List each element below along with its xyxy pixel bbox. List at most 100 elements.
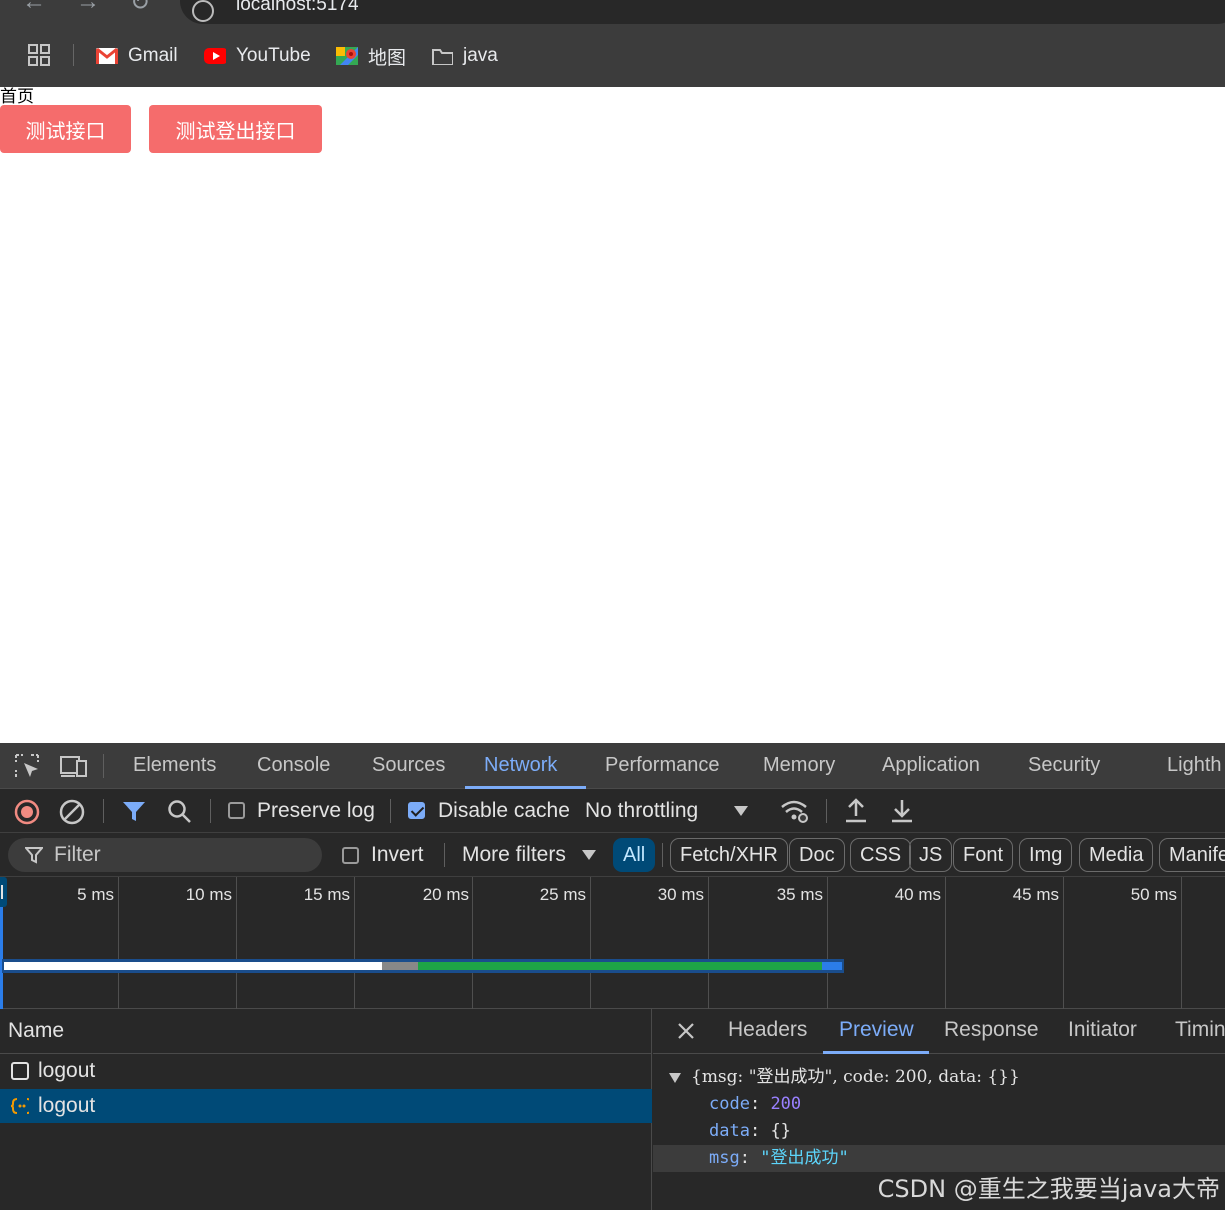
json-key: data [709,1121,750,1141]
name-column-header[interactable]: Name [0,1009,652,1054]
json-root-summary[interactable]: {msg: "登出成功", code: 200, data: {}} [653,1064,1225,1091]
timeline-handle-grip [1,885,3,899]
bookmark-java-folder[interactable]: java [431,40,498,72]
forward-icon[interactable]: → [76,0,100,16]
detail-tab-preview[interactable]: Preview [823,1009,929,1054]
timeline-tick-label: 5 ms [77,885,114,904]
devtools-panel: Elements Console Sources Network Perform… [0,743,1225,1210]
address-bar[interactable]: localhost:5174 [180,0,1225,24]
type-filter-manifest[interactable]: Manife [1159,838,1225,872]
network-conditions-icon[interactable] [780,798,810,824]
bookmark-gmail[interactable]: Gmail [96,40,178,72]
more-filters-dropdown[interactable]: More filters [462,833,566,877]
bookmark-maps[interactable]: 地图 [336,40,406,72]
json-property-msg: msg: "登出成功" [653,1145,1225,1172]
record-stop-icon[interactable] [14,799,40,825]
type-filter-fetch-xhr[interactable]: Fetch/XHR [670,838,788,872]
page-content: 首页 测试接口 测试登出接口 [0,87,1225,743]
chevron-down-icon[interactable] [582,850,596,860]
apps-icon[interactable] [28,44,50,66]
json-summary-text: {msg: "登出成功", code: 200, data: {}} [691,1064,1020,1091]
timeline-tick-label: 50 ms [1130,885,1177,904]
json-summary-msg: "登出成功" [748,1067,833,1087]
request-row[interactable]: logout [0,1054,652,1088]
invert-label[interactable]: Invert [371,833,424,877]
preserve-log-checkbox[interactable] [228,802,245,819]
tab-application[interactable]: Application [882,743,980,789]
invert-checkbox[interactable] [342,847,359,864]
timeline-tick-label: 20 ms [422,885,469,904]
filter-input[interactable]: Filter [8,838,322,872]
json-property-data: data: {} [709,1121,791,1141]
request-name: logout [38,1059,96,1082]
type-filter-css[interactable]: CSS [850,838,912,872]
preserve-log-label[interactable]: Preserve log [257,789,375,833]
devtools-tab-bar: Elements Console Sources Network Perform… [0,743,1225,789]
grid-line [708,877,709,1009]
type-filter-all[interactable]: All [613,838,656,872]
test-logout-api-button[interactable]: 测试登出接口 [149,105,322,153]
detail-tab-response[interactable]: Response [944,1009,1039,1054]
type-filter-img[interactable]: Img [1019,838,1073,872]
toolbar-separator [210,799,211,823]
disable-cache-label[interactable]: Disable cache [438,789,570,833]
maps-icon [336,47,358,65]
tab-elements[interactable]: Elements [133,743,216,789]
tab-network[interactable]: Network [465,743,586,789]
bookmark-label: YouTube [236,45,311,66]
network-toolbar: Preserve log Disable cache No throttling [0,789,1225,833]
request-name: logout [38,1094,96,1117]
detail-tab-headers[interactable]: Headers [728,1009,807,1054]
type-filter-font[interactable]: Font [953,838,1014,872]
throttling-select[interactable]: No throttling [585,789,698,833]
export-har-icon[interactable] [890,798,914,824]
toolbar-separator [390,799,391,823]
clear-icon[interactable] [59,799,85,825]
request-row[interactable]: logout [0,1089,652,1123]
grid-line [945,877,946,1009]
tab-performance[interactable]: Performance [605,743,720,789]
waterfall-segment-waiting [4,962,382,970]
grid-line [118,877,119,1009]
detail-tab-initiator[interactable]: Initiator [1068,1009,1137,1054]
import-har-icon[interactable] [844,798,868,824]
json-value-number: 200 [770,1094,802,1114]
tab-console[interactable]: Console [257,743,330,789]
test-api-button[interactable]: 测试接口 [0,105,131,153]
url-text[interactable]: localhost:5174 [236,0,359,16]
fetch-icon [11,1098,29,1114]
search-icon[interactable] [167,799,193,825]
grid-line [827,877,828,1009]
timeline-tick-label: 25 ms [539,885,586,904]
bookmark-label: Gmail [128,45,178,66]
json-key: msg [709,1148,740,1168]
site-info-icon[interactable] [192,0,214,22]
bookmark-label: 地图 [368,47,407,69]
back-icon[interactable]: ← [22,0,46,16]
timeline-start-marker [0,907,3,1009]
network-overview-timeline[interactable]: 5 ms 10 ms 15 ms 20 ms 25 ms 30 ms 35 ms… [0,877,1225,1009]
chevron-down-icon[interactable] [734,806,748,816]
grid-line [590,877,591,1009]
tab-lighthouse[interactable]: Lighth [1167,743,1222,789]
bookmark-youtube[interactable]: YouTube [204,40,311,72]
tab-memory[interactable]: Memory [763,743,835,789]
reload-icon[interactable]: ↻ [130,0,150,17]
type-filter-media[interactable]: Media [1079,838,1154,872]
filter-funnel-icon [25,847,43,864]
type-filter-doc[interactable]: Doc [789,838,845,872]
tab-sources[interactable]: Sources [372,743,445,789]
device-toolbar-icon[interactable] [59,753,89,779]
browser-chrome: ← → ↻ localhost:5174 Gmail YouTube 地图 ja… [0,0,1225,87]
disable-cache-checkbox[interactable] [408,802,425,819]
expand-triangle-icon[interactable] [669,1073,681,1083]
tab-security[interactable]: Security [1028,743,1100,789]
toolbar-separator [662,843,663,867]
type-filter-js[interactable]: JS [909,838,953,872]
gmail-icon [96,47,118,64]
inspect-element-icon[interactable] [14,753,40,779]
detail-tab-timing[interactable]: Timin [1175,1009,1225,1054]
filter-funnel-icon[interactable] [122,800,146,822]
close-icon[interactable] [677,1022,695,1040]
grid-line [354,877,355,1009]
